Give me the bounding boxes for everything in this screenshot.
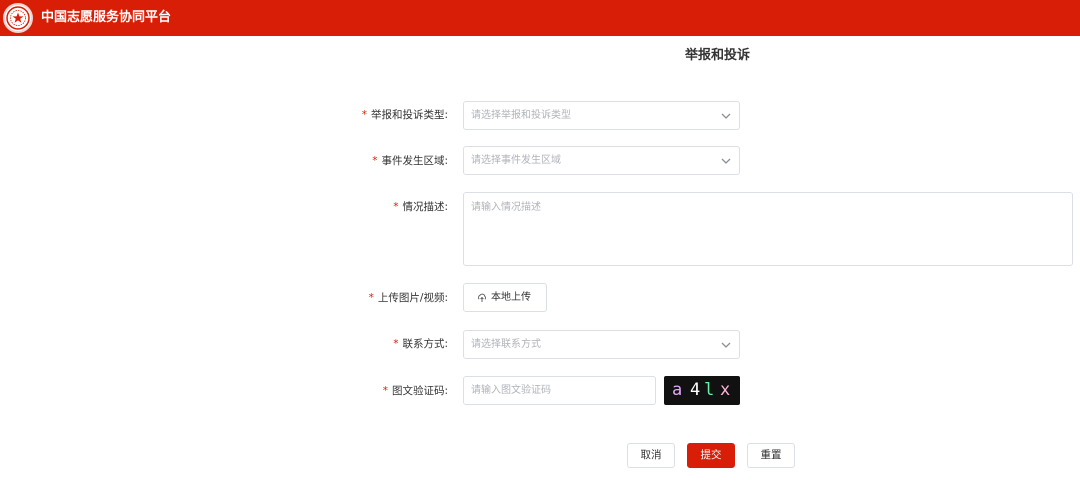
chevron-down-icon [721, 113, 731, 119]
required-mark: * [372, 155, 378, 167]
region-placeholder: 请选择事件发生区域 [471, 155, 561, 166]
captcha-char: a [672, 380, 683, 400]
required-mark: * [393, 338, 399, 350]
description-textarea[interactable]: 请输入情况描述 [463, 192, 1073, 266]
description-label: * 情况描述: [300, 200, 448, 214]
logo-emblem-icon [6, 6, 30, 30]
chevron-down-icon [721, 342, 731, 348]
report-type-select[interactable]: 请选择举报和投诉类型 [463, 101, 740, 130]
submit-button[interactable]: 提交 [687, 443, 735, 468]
upload-label: * 上传图片/视频: [300, 291, 448, 305]
upload-icon [478, 293, 487, 302]
site-logo[interactable] [3, 3, 33, 33]
chevron-down-icon [721, 158, 731, 164]
local-upload-label: 本地上传 [491, 292, 531, 303]
captcha-char: x [720, 380, 731, 400]
reset-button[interactable]: 重置 [747, 443, 795, 468]
captcha-input[interactable]: 请输入图文验证码 [463, 376, 656, 405]
captcha-placeholder: 请输入图文验证码 [471, 385, 551, 396]
captcha-char: l [704, 380, 715, 400]
report-type-label: * 举报和投诉类型: [300, 108, 448, 122]
report-type-label-text: 举报和投诉类型: [370, 109, 448, 121]
description-label-text: 情况描述: [402, 201, 448, 213]
captcha-image[interactable]: a 4 l x [664, 376, 740, 405]
required-mark: * [361, 109, 367, 121]
upload-label-text: 上传图片/视频: [377, 292, 448, 304]
local-upload-button[interactable]: 本地上传 [463, 283, 547, 312]
captcha-label-text: 图文验证码: [391, 385, 448, 397]
cancel-button[interactable]: 取消 [627, 443, 675, 468]
captcha-label: * 图文验证码: [300, 384, 448, 398]
region-label: * 事件发生区域: [300, 154, 448, 168]
region-label-text: 事件发生区域: [381, 155, 448, 167]
top-header-bar: 中国志愿服务协同平台 [0, 0, 1080, 36]
contact-select[interactable]: 请选择联系方式 [463, 330, 740, 359]
required-mark: * [393, 201, 399, 213]
contact-label: * 联系方式: [300, 337, 448, 351]
required-mark: * [382, 385, 388, 397]
description-placeholder: 请输入情况描述 [471, 202, 541, 213]
report-type-placeholder: 请选择举报和投诉类型 [471, 110, 571, 121]
contact-label-text: 联系方式: [402, 338, 448, 350]
contact-placeholder: 请选择联系方式 [471, 339, 541, 350]
page-title: 举报和投诉 [684, 48, 750, 63]
site-title[interactable]: 中国志愿服务协同平台 [41, 9, 171, 26]
captcha-char: 4 [690, 380, 701, 400]
region-select[interactable]: 请选择事件发生区域 [463, 146, 740, 175]
required-mark: * [368, 292, 374, 304]
